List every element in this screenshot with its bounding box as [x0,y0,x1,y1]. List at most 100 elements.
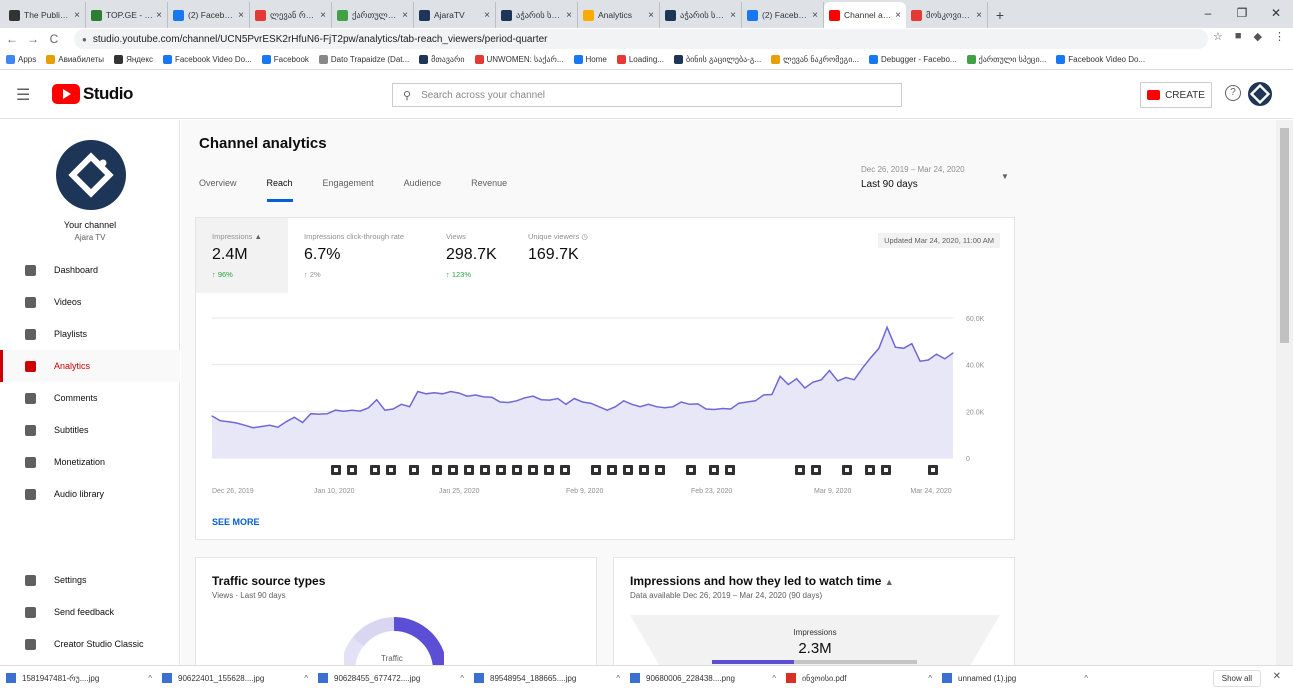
chart-point[interactable] [812,381,814,383]
video-publish-marker[interactable] [795,465,805,475]
chart-point[interactable] [870,357,872,359]
profile-icon[interactable]: ◆ [1254,30,1262,43]
sidebar-item-playlists[interactable]: Playlists [0,318,180,350]
chart-point[interactable] [623,400,625,402]
close-window-button[interactable]: ✕ [1259,0,1293,28]
browser-tab[interactable]: AjaraTV × [414,2,496,28]
chart-point[interactable] [441,393,444,395]
chart-point[interactable] [507,401,509,404]
chart-point[interactable] [540,399,542,401]
download-item[interactable]: unnamed (1).jpg ^ [942,673,1098,683]
sidebar-item-send-feedback[interactable]: Send feedback [0,596,180,628]
close-tab-icon[interactable]: × [976,10,982,21]
chevron-up-icon[interactable]: ^ [772,674,776,683]
chart-point[interactable] [310,413,312,415]
chart-point[interactable] [565,403,567,405]
chart-point[interactable] [779,375,781,377]
chart-point[interactable] [680,401,682,403]
chevron-up-icon[interactable]: ^ [1084,674,1088,683]
video-publish-marker[interactable] [448,465,458,475]
video-publish-marker[interactable] [480,465,490,475]
chart-point[interactable] [277,426,279,428]
close-tab-icon[interactable]: × [730,10,736,21]
chart-point[interactable] [244,424,246,426]
sidebar-item-settings[interactable]: Settings [0,564,180,596]
chart-point[interactable] [664,407,666,409]
chart-point[interactable] [376,399,378,401]
video-publish-marker[interactable] [865,465,875,475]
chevron-up-icon[interactable]: ^ [616,674,620,683]
browser-tab[interactable]: მოსკოვის მე × [906,2,988,28]
close-downloads-icon[interactable]: ✕ [1273,671,1281,682]
chevron-up-icon[interactable]: ^ [304,674,308,683]
chart-point[interactable] [705,408,707,410]
chart-point[interactable] [746,401,748,403]
bookmark-item[interactable]: Home [573,55,607,64]
chart-point[interactable] [458,392,460,394]
chart-point[interactable] [516,400,518,402]
studio-logo[interactable]: Studio [52,84,133,104]
chevron-up-icon[interactable]: ^ [460,674,464,683]
video-publish-marker[interactable] [607,465,617,475]
chart-point[interactable] [828,369,831,372]
chevron-up-icon[interactable]: ^ [148,674,152,683]
new-tab-button[interactable]: + [988,2,1012,28]
chart-point[interactable] [252,427,254,429]
browser-tab[interactable]: Analytics × [578,2,660,28]
video-publish-marker[interactable] [496,465,506,475]
browser-tab[interactable]: აჭარის საზო × [660,2,742,28]
metric-tile[interactable]: Impressions click-through rate 6.7% ↑ 2% [288,218,430,293]
close-tab-icon[interactable]: × [74,10,80,21]
chart-point[interactable] [285,421,287,423]
chart-point[interactable] [367,407,369,409]
chart-point[interactable] [919,360,921,362]
browser-tab[interactable]: The Public Bro× [4,2,86,28]
browser-tab[interactable]: (2) Facebook × [742,2,824,28]
url-field[interactable]: ● studio.youtube.com/channel/UCN5PvrESK2… [74,29,1208,49]
tab-reach[interactable]: Reach [266,178,293,202]
chart-point[interactable] [532,395,534,397]
chart-point[interactable] [944,358,946,360]
restore-button[interactable]: ❐ [1225,0,1259,28]
chart-point[interactable] [549,399,551,401]
extension-icon[interactable]: ■ [1235,30,1242,43]
bookmark-item[interactable]: Яндекс [114,55,153,64]
bookmark-item[interactable]: Facebook Video Do... [162,55,252,64]
download-item[interactable]: 89548954_188665....jpg ^ [474,673,630,683]
bookmark-item[interactable]: მთავარი [419,55,465,64]
chart-point[interactable] [400,403,402,405]
bookmark-item[interactable]: UNWOMEN: საქარ... [474,55,564,64]
close-tab-icon[interactable]: × [320,10,326,21]
chart-point[interactable] [861,367,864,369]
video-publish-marker[interactable] [331,465,341,475]
close-tab-icon[interactable]: × [484,10,490,21]
browser-tab[interactable]: Channel analy× [824,2,906,28]
download-item[interactable]: 90622401_155628....jpg ^ [162,673,318,683]
chart-point[interactable] [672,406,674,408]
video-publish-marker[interactable] [464,465,474,475]
sidebar-item-comments[interactable]: Comments [0,382,180,414]
tab-audience[interactable]: Audience [404,178,442,202]
download-item[interactable]: 1581947481-რუ....jpg ^ [6,673,162,683]
chart-point[interactable] [820,379,822,381]
chart-point[interactable] [598,406,600,408]
video-publish-marker[interactable] [347,465,357,475]
create-button[interactable]: CREATE [1140,82,1212,108]
sidebar-item-subtitles[interactable]: Subtitles [0,414,180,446]
video-publish-marker[interactable] [432,465,442,475]
chart-point[interactable] [763,394,765,396]
dropdown-arrow-icon[interactable]: ▼ [1001,172,1009,181]
chart-point[interactable] [227,421,230,423]
chart-point[interactable] [606,409,608,411]
video-publish-marker[interactable] [881,465,891,475]
sidebar-item-monetization[interactable]: Monetization [0,446,180,478]
chart-point[interactable] [474,394,477,396]
chart-point[interactable] [952,352,954,354]
video-publish-marker[interactable] [512,465,522,475]
star-icon[interactable]: ☆ [1213,30,1223,43]
chart-point[interactable] [269,424,271,426]
download-item[interactable]: 90628455_677472....jpg ^ [318,673,474,683]
chart-point[interactable] [796,378,798,380]
bookmark-item[interactable]: Apps [6,55,36,64]
sidebar-item-audio-library[interactable]: Audio library [0,478,180,510]
